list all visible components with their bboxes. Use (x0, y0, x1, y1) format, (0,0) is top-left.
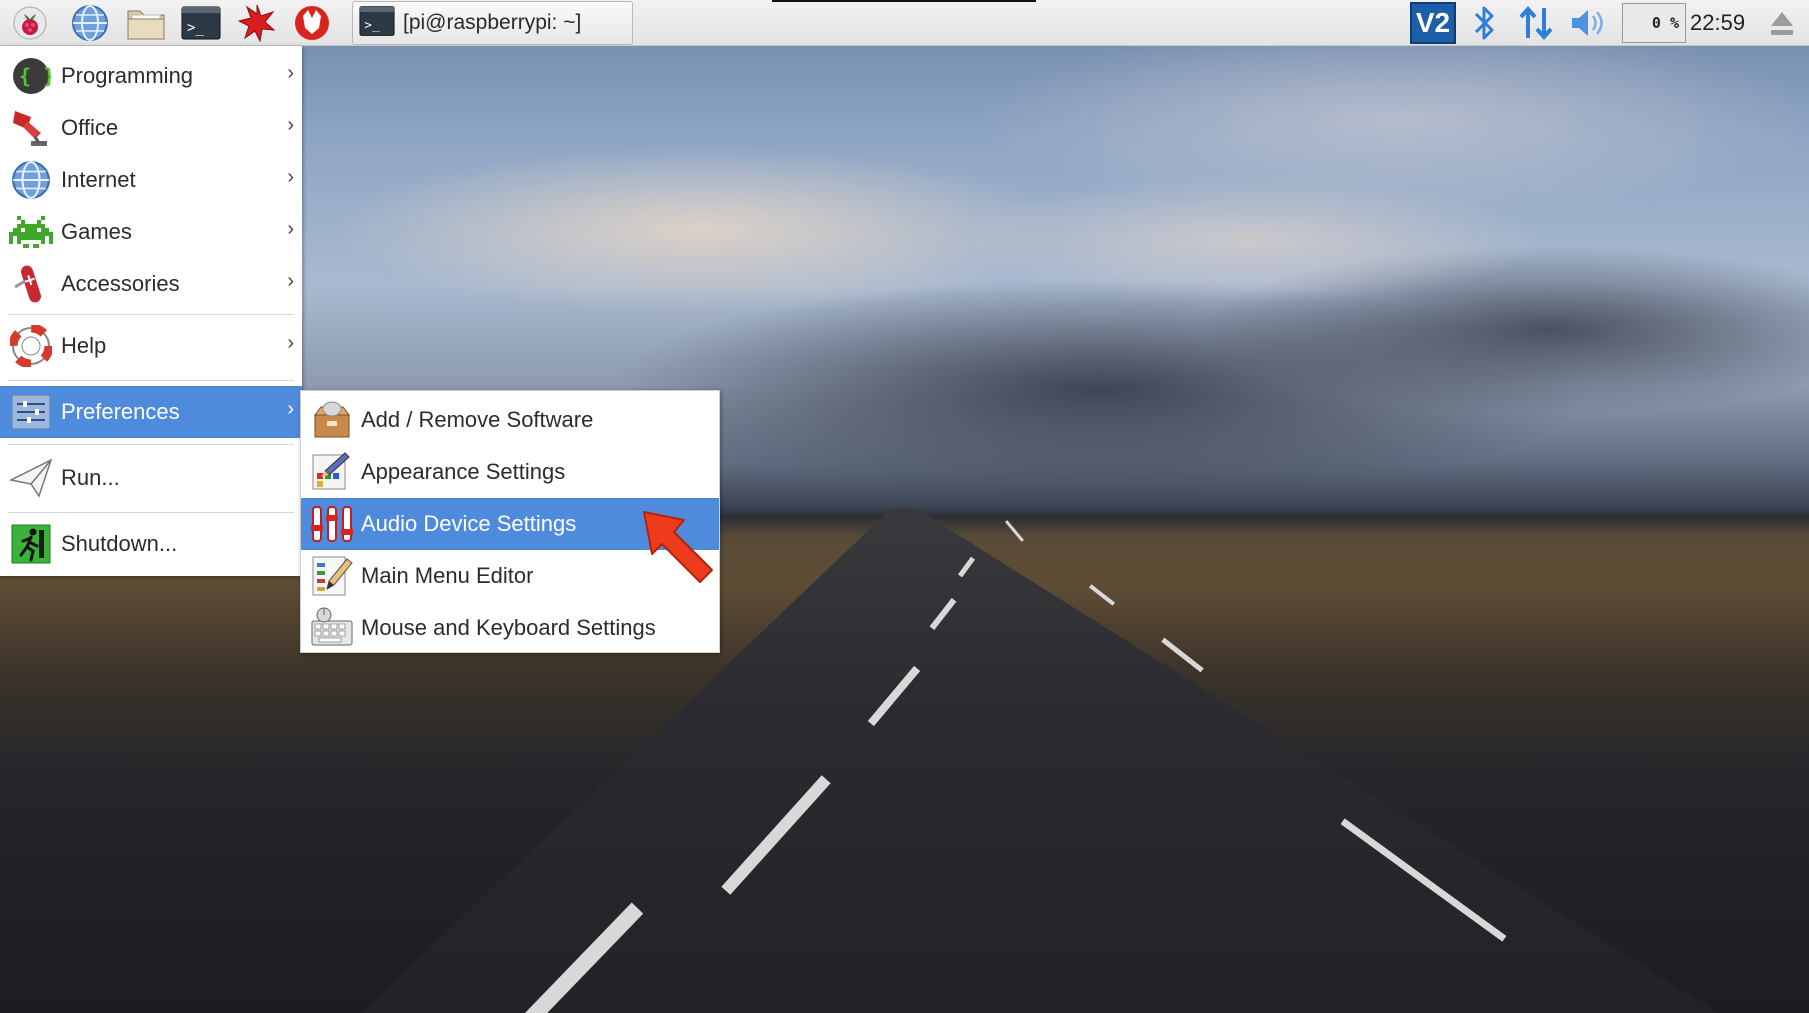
svg-text:>_: >_ (364, 17, 380, 32)
internet-icon (7, 156, 55, 204)
road (361, 508, 1719, 1013)
submenu-item-label: Appearance Settings (361, 459, 566, 484)
menu-item-internet[interactable]: Internet › (0, 154, 302, 206)
chevron-right-icon: › (287, 62, 294, 84)
menu-item-run[interactable]: Run... (0, 452, 302, 504)
menu-item-help[interactable]: Help › (0, 320, 302, 372)
menu-separator (8, 444, 294, 445)
terminal-window-button[interactable]: >_ [pi@raspberrypi: ~] (352, 1, 633, 45)
submenu-item-label: Main Menu Editor (361, 563, 534, 588)
menu-item-label: Preferences (61, 399, 180, 424)
eject-icon[interactable] (1762, 3, 1802, 43)
cpu-monitor[interactable]: 0 % (1622, 3, 1686, 43)
menu-item-label: Games (61, 219, 132, 244)
software-package-icon (309, 397, 355, 443)
mathematica-icon[interactable] (237, 3, 277, 43)
keyboard-mouse-icon (309, 605, 355, 651)
vnc-label: V2 (1410, 2, 1456, 44)
menu-item-shutdown[interactable]: Shutdown... (0, 518, 302, 570)
menu-item-label: Office (61, 115, 119, 140)
network-arrows-icon[interactable] (1516, 3, 1556, 43)
svg-text:>_: >_ (187, 20, 204, 36)
menu-separator (8, 512, 294, 513)
annotation-arrow-icon (643, 511, 713, 583)
main-menu: { } Programming › Office › (0, 46, 302, 576)
menu-item-accessories[interactable]: Accessories › (0, 258, 302, 310)
taskbar: >_ >_ [pi@raspberrypi: ~] V2 0 % 22:59 (0, 0, 1809, 46)
submenu-item-mouse-keyboard-settings[interactable]: Mouse and Keyboard Settings (301, 602, 719, 654)
menu-item-label: Accessories (61, 271, 180, 296)
menu-separator (8, 314, 294, 315)
submenu-item-label: Audio Device Settings (361, 511, 577, 536)
programming-icon: { } (7, 52, 55, 100)
terminal-icon: >_ (359, 5, 395, 42)
chevron-right-icon: › (287, 398, 294, 420)
submenu-item-add-remove-software[interactable]: Add / Remove Software (301, 394, 719, 446)
wolfram-icon[interactable] (292, 3, 332, 43)
chevron-right-icon: › (287, 114, 294, 136)
web-browser-icon[interactable] (70, 3, 110, 43)
chevron-right-icon: › (287, 270, 294, 292)
menu-item-office[interactable]: Office › (0, 102, 302, 154)
menu-item-label: Shutdown... (61, 531, 178, 556)
menu-item-label: Internet (61, 167, 136, 192)
svg-text:{ }: { } (19, 64, 51, 88)
menu-item-preferences[interactable]: Preferences › (0, 386, 302, 438)
terminal-icon[interactable]: >_ (181, 3, 221, 43)
clock[interactable]: 22:59 (1690, 0, 1745, 46)
submenu-item-label: Add / Remove Software (361, 407, 594, 432)
menu-item-label: Help (61, 333, 107, 358)
menu-editor-icon (309, 553, 355, 599)
audio-mixer-icon (309, 501, 355, 547)
menu-item-programming[interactable]: { } Programming › (0, 50, 302, 102)
chevron-right-icon: › (287, 332, 294, 354)
submenu-item-appearance-settings[interactable]: Appearance Settings (301, 446, 719, 498)
volume-icon[interactable] (1568, 3, 1608, 43)
run-icon (7, 454, 55, 502)
lane-marking (1004, 520, 1025, 542)
preferences-icon (7, 388, 55, 436)
games-icon (7, 208, 55, 256)
menu-item-games[interactable]: Games › (0, 206, 302, 258)
vnc-icon[interactable]: V2 (1409, 2, 1457, 44)
chevron-right-icon: › (287, 166, 294, 188)
file-manager-icon[interactable] (126, 3, 166, 43)
menu-item-label: Run... (61, 465, 120, 490)
menu-separator (8, 380, 294, 381)
office-icon (7, 104, 55, 152)
raspberry-menu-icon[interactable] (10, 3, 50, 43)
window-edge-line (772, 0, 1036, 2)
lane-marking (1088, 584, 1116, 606)
menu-item-label: Programming (61, 63, 194, 88)
accessories-icon (7, 260, 55, 308)
appearance-icon (309, 449, 355, 495)
window-title: [pi@raspberrypi: ~] (403, 11, 582, 34)
chevron-right-icon: › (287, 218, 294, 240)
bluetooth-icon[interactable] (1464, 3, 1504, 43)
help-icon (7, 322, 55, 370)
shutdown-icon (7, 520, 55, 568)
submenu-item-label: Mouse and Keyboard Settings (361, 615, 656, 640)
